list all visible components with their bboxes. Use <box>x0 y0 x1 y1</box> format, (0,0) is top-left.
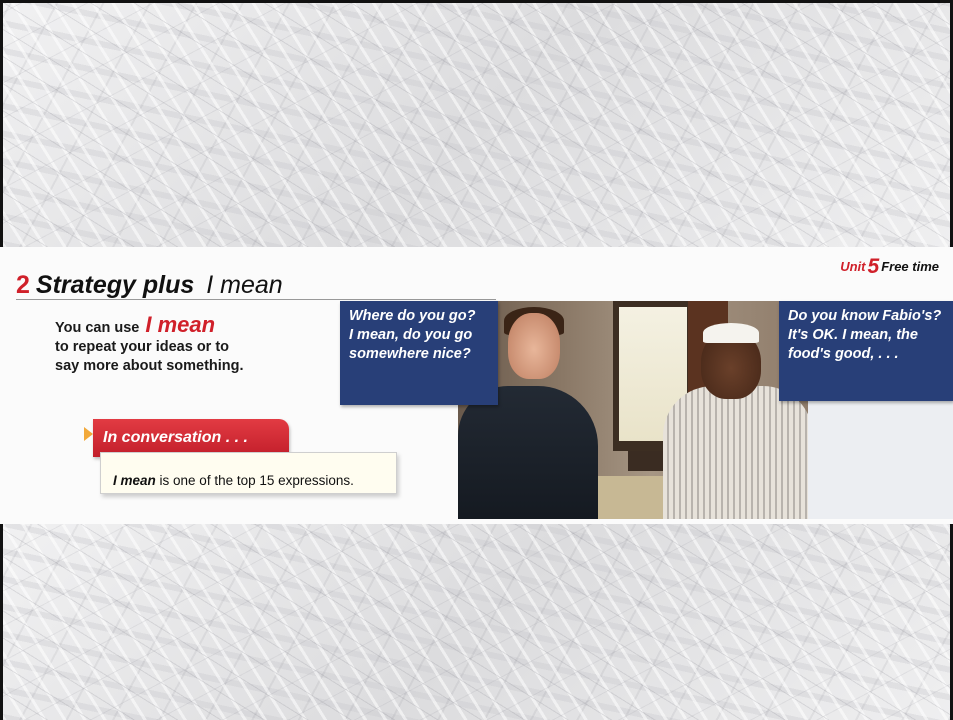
marble-background-top <box>0 0 953 247</box>
person-left-head <box>508 313 560 379</box>
textbook-page: Unit5 Free time 2 Strategy plus I mean You … <box>0 247 953 524</box>
arrow-icon <box>84 427 93 441</box>
conversation-note: I mean is one of the top 15 expressions. <box>100 452 397 494</box>
intro-line-3: say more about something. <box>55 358 244 374</box>
title-divider <box>16 299 496 300</box>
unit-tag: Unit5 Free time <box>840 253 939 278</box>
speech-bubble-right: Do you know Fabio's? It's OK. I mean, th… <box>779 301 953 401</box>
bubble-right-line-2: It's OK. I mean, the <box>788 327 918 343</box>
intro-text: You can use I mean to repeat your ideas … <box>55 312 315 376</box>
intro-prefix: You can use <box>55 320 140 336</box>
section-number: 2 <box>16 271 30 299</box>
bubble-left-line-2: I mean, do you go <box>349 327 473 343</box>
section-label: Strategy plus <box>35 271 195 299</box>
marble-background-bottom <box>0 524 953 720</box>
intro-line-1: You can use I mean <box>55 312 315 338</box>
intro-line-2: to repeat your ideas or to <box>55 339 230 355</box>
bubble-right-line-3: food's good, . . . <box>788 346 899 362</box>
section-topic: I mean <box>206 271 283 299</box>
unit-word: Unit <box>840 259 866 274</box>
intro-highlight: I mean <box>145 312 216 337</box>
person-right-cap <box>703 323 759 343</box>
background-wall <box>808 401 953 519</box>
bubble-left-line-3: somewhere nice? <box>349 346 471 362</box>
person-right <box>663 386 808 519</box>
bubble-right-line-1: Do you know Fabio's? <box>788 308 942 324</box>
person-left <box>458 386 598 519</box>
conversation-text: is one of the top 15 expressions. <box>155 473 354 488</box>
conversation-key: I mean <box>113 473 156 488</box>
unit-title: Free time <box>881 259 939 274</box>
section-title: 2 Strategy plus I mean <box>16 271 283 300</box>
bubble-left-line-1: Where do you go? <box>349 308 476 324</box>
unit-number: 5 <box>867 255 880 278</box>
speech-bubble-left: Where do you go? I mean, do you go somew… <box>340 301 498 405</box>
conversation-photo <box>458 301 808 519</box>
